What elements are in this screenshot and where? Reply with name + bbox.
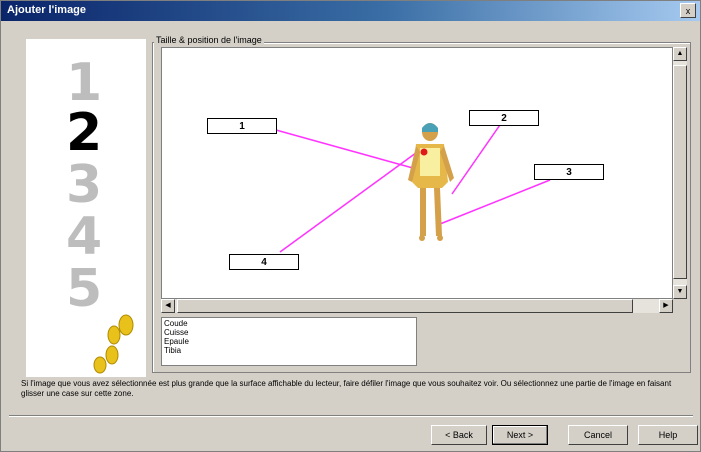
step-1: 1 (66, 53, 103, 113)
marker-box-2[interactable]: 2 (469, 110, 539, 126)
vertical-scroll-thumb[interactable] (673, 65, 687, 279)
step-2: 2 (66, 103, 103, 163)
divider (9, 415, 693, 417)
next-button[interactable]: Next > (492, 425, 548, 445)
dialog-window: Ajouter l'image x 1 2 3 4 5 Taille & pos… (0, 0, 701, 452)
title-bar[interactable]: Ajouter l'image x (1, 1, 700, 21)
step-3: 3 (66, 155, 103, 215)
step-5: 5 (66, 259, 103, 319)
back-button[interactable]: < Back (431, 425, 487, 445)
groupbox-label: Taille & position de l'image (154, 35, 264, 45)
horizontal-scroll-thumb[interactable] (177, 299, 633, 313)
marker-box-1[interactable]: 1 (207, 118, 277, 134)
scroll-up-icon[interactable]: ▲ (673, 47, 687, 61)
help-button[interactable]: Help (638, 425, 698, 445)
footprints-icon (93, 314, 134, 374)
list-item[interactable]: Epaule (164, 337, 414, 346)
marker-box-3[interactable]: 3 (534, 164, 604, 180)
scroll-corner-down-icon[interactable]: ▼ (673, 285, 687, 299)
horizontal-scrollbar[interactable]: ◀ ▶ (161, 299, 673, 313)
scroll-right-icon[interactable]: ▶ (659, 299, 673, 313)
window-title: Ajouter l'image (7, 4, 87, 16)
body-part-list[interactable]: Coude Cuisse Epaule Tibia (161, 317, 417, 366)
step-4: 4 (66, 207, 103, 267)
wizard-steps-panel: 1 2 3 4 5 (26, 39, 146, 377)
leader-line-2 (451, 121, 503, 195)
vertical-scrollbar[interactable]: ▲ ▼ (673, 47, 687, 299)
instruction-text: Si l'image que vous avez sélectionnée es… (21, 379, 672, 398)
marker-box-4[interactable]: 4 (229, 254, 299, 270)
image-canvas[interactable]: 1 2 3 4 (161, 47, 673, 299)
leader-line-4 (279, 149, 421, 253)
leader-line-1 (275, 129, 421, 171)
list-item[interactable]: Coude (164, 319, 414, 328)
scroll-left-icon[interactable]: ◀ (161, 299, 175, 313)
cancel-button[interactable]: Cancel (568, 425, 628, 445)
human-figure (408, 123, 454, 241)
list-item[interactable]: Tibia (164, 346, 414, 355)
close-button[interactable]: x (680, 3, 696, 18)
list-item[interactable]: Cuisse (164, 328, 414, 337)
